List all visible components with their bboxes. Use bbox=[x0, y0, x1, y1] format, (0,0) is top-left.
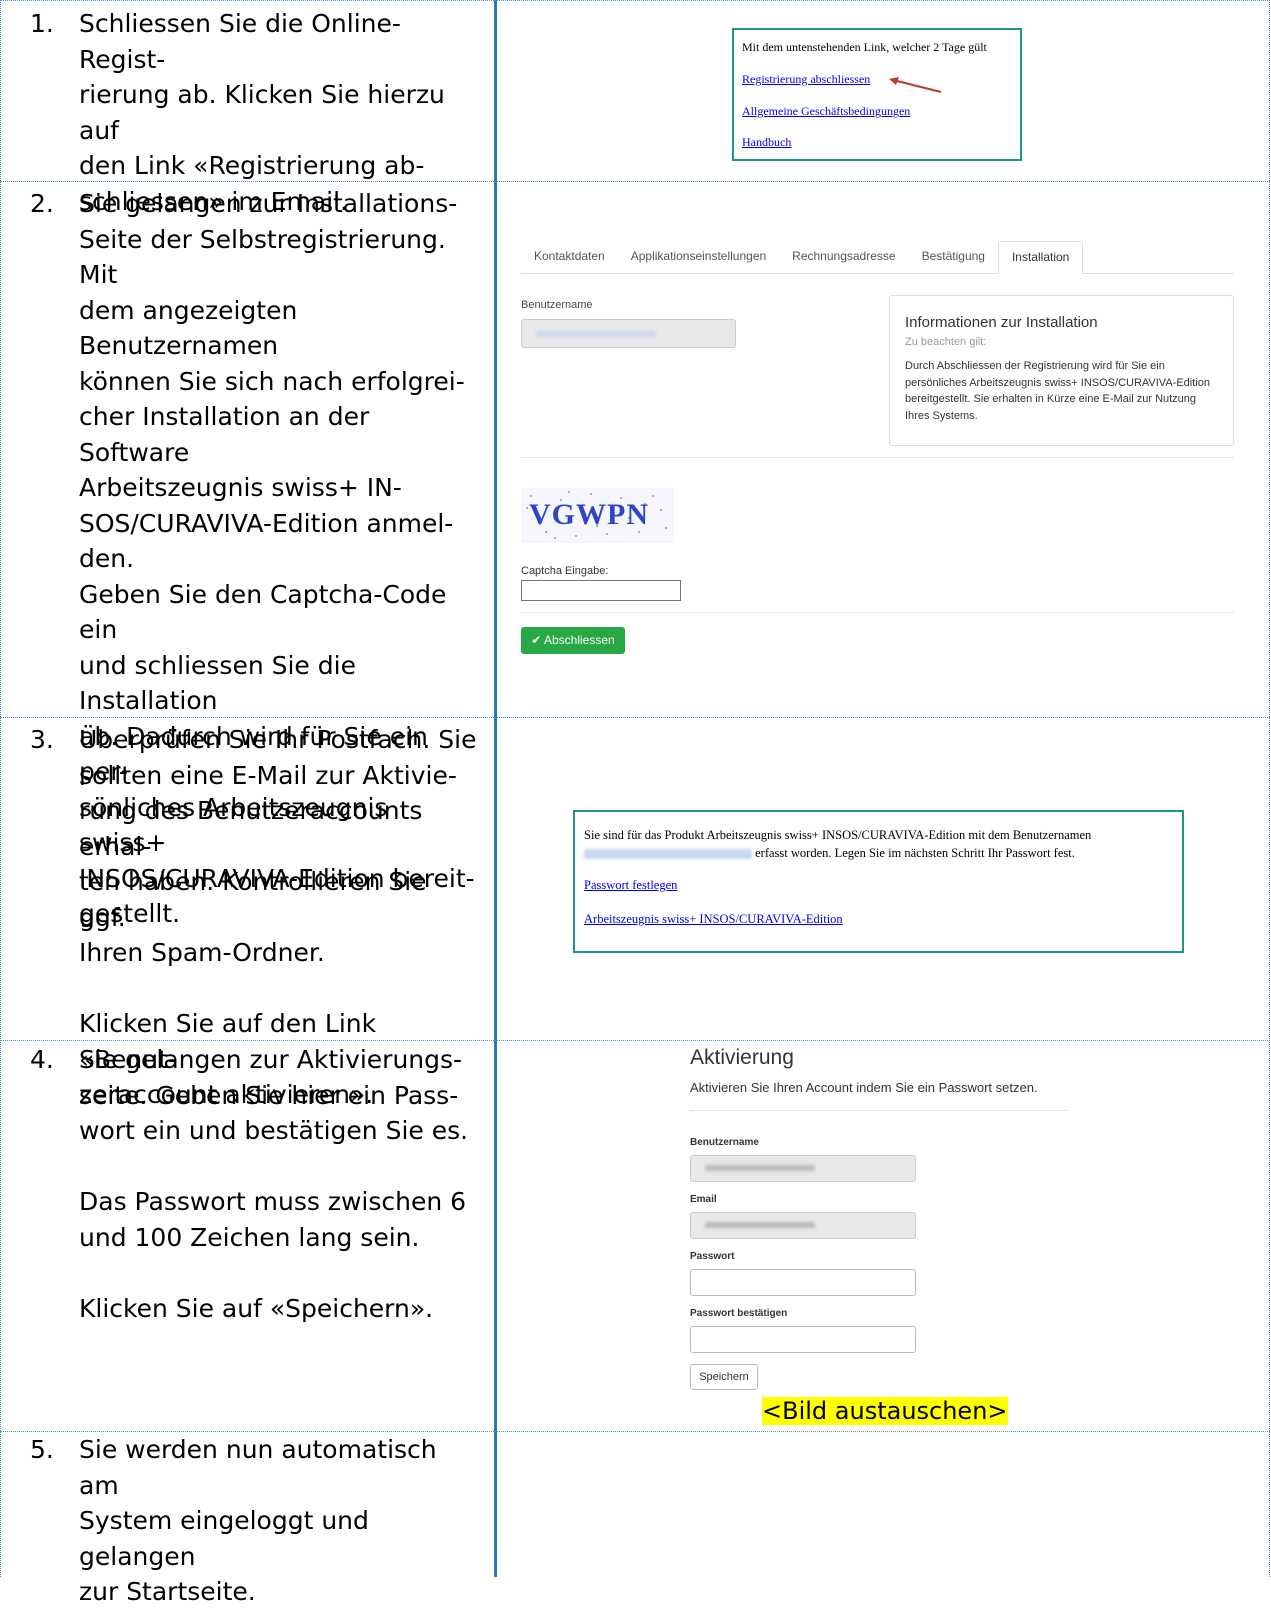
step-line: wort ein und bestätigen Sie es. bbox=[79, 1116, 469, 1145]
info-panel: Informationen zur Installation Zu beacht… bbox=[889, 295, 1234, 446]
divider bbox=[690, 1110, 1068, 1111]
row-separator bbox=[0, 0, 1270, 1]
captcha-image: VGWPN bbox=[521, 488, 674, 543]
step-line: sollten eine E-Mail zur Aktivie- bbox=[79, 760, 457, 790]
step-line: und 100 Zeichen lang sein. bbox=[79, 1222, 420, 1252]
step-line: können Sie sich nach erfolgrei- bbox=[79, 366, 465, 396]
left-border bbox=[0, 0, 1, 1577]
redacted-value bbox=[705, 1222, 815, 1228]
activation-subtitle: Aktivieren Sie Ihren Account indem Sie e… bbox=[690, 1080, 1038, 1095]
username-field[interactable] bbox=[690, 1155, 916, 1182]
step-text: Sie gelangen zur Aktivierungs- seite. Ge… bbox=[79, 1042, 479, 1326]
redacted-value bbox=[705, 1165, 815, 1171]
step-number: 2. bbox=[30, 189, 54, 218]
username-label: Benutzername bbox=[690, 1137, 759, 1148]
username-field[interactable] bbox=[521, 319, 736, 348]
note-text: <Bild austauschen> bbox=[762, 1397, 1008, 1425]
step-line: rung des Benutzeraccounts erhal- bbox=[79, 796, 423, 861]
tab-app-settings[interactable]: Applikationseinstellungen bbox=[618, 241, 779, 272]
tab-installation[interactable]: Installation bbox=[997, 241, 1084, 274]
username-label: Benutzername bbox=[521, 299, 593, 311]
captcha-input[interactable] bbox=[521, 580, 681, 601]
confirm-password-label: Passwort bestätigen bbox=[690, 1308, 788, 1319]
email-registration-box: Mit dem untenstehenden Link, welcher 2 T… bbox=[732, 28, 1022, 161]
email-line1: Sie sind für das Produkt Arbeitszeugnis … bbox=[584, 828, 1092, 842]
step-line: Überprüfen Sie Ihr Postfach. Sie bbox=[79, 725, 477, 754]
email-line2-row: erfasst worden. Legen Sie im nächsten Sc… bbox=[584, 846, 1075, 861]
step-line: dem angezeigten Benutzernamen bbox=[79, 295, 298, 361]
step-line: cher Installation an der Software bbox=[79, 402, 370, 467]
step-line: Klicken Sie auf «Speichern». bbox=[79, 1293, 434, 1323]
manual-link[interactable]: Handbuch bbox=[742, 135, 791, 150]
step-line: Seite der Selbstregistrierung. Mit bbox=[79, 224, 446, 290]
step-line: System eingeloggt und gelangen bbox=[79, 1506, 369, 1571]
step-line bbox=[79, 971, 479, 1007]
info-text: Durch Abschliessen der Registrierung wir… bbox=[905, 360, 1210, 422]
column-divider bbox=[494, 0, 497, 1577]
product-link[interactable]: Arbeitszeugnis swiss+ INSOS/CURAVIVA-Edi… bbox=[584, 912, 843, 927]
step-line: den Link «Registrierung ab- bbox=[79, 151, 425, 180]
password-field[interactable] bbox=[690, 1269, 916, 1296]
wizard-tabs: Kontaktdaten Applikationseinstellungen R… bbox=[521, 241, 1234, 274]
step-line: seite. Geben Sie hier ein Pass- bbox=[79, 1080, 459, 1110]
info-subtitle: Zu beachten gilt: bbox=[905, 336, 987, 348]
check-icon: ✔ bbox=[531, 633, 542, 647]
step-line bbox=[79, 1149, 479, 1185]
captcha-label: Captcha Eingabe: bbox=[521, 565, 609, 577]
email-line2: erfasst worden. Legen Sie im nächsten Sc… bbox=[755, 846, 1075, 860]
step-line: rierung ab. Klicken Sie hierzu auf bbox=[79, 80, 445, 145]
redacted-username bbox=[584, 849, 752, 860]
tab-billing[interactable]: Rechnungsadresse bbox=[779, 241, 908, 272]
password-label: Passwort bbox=[690, 1251, 735, 1262]
step-line: Schliessen Sie die Online-Regist- bbox=[79, 9, 401, 74]
right-border bbox=[1269, 0, 1270, 1577]
divider bbox=[521, 457, 1234, 458]
replace-image-note: <Bild austauschen> bbox=[762, 1395, 1008, 1427]
step-line: Ihren Spam-Ordner. bbox=[79, 938, 325, 967]
info-title: Informationen zur Installation bbox=[905, 314, 1098, 331]
finish-button-label: Abschliessen bbox=[544, 633, 615, 647]
step-line: Sie gelangen zur Installations- bbox=[79, 189, 458, 218]
step-number: 5. bbox=[30, 1435, 54, 1464]
redacted-value bbox=[536, 331, 656, 337]
finish-button[interactable]: ✔ Abschliessen bbox=[521, 627, 625, 654]
step-number: 3. bbox=[30, 725, 54, 754]
step-line bbox=[79, 1255, 479, 1291]
step-line: zur Startseite. bbox=[79, 1577, 256, 1606]
activation-title: Aktivierung bbox=[690, 1046, 794, 1069]
step-line: Arbeitszeugnis swiss+ IN- bbox=[79, 473, 402, 502]
email-label: Email bbox=[690, 1194, 717, 1205]
step-line: SOS/CURAVIVA-Edition anmel- bbox=[79, 508, 454, 538]
step-line: Das Passwort muss zwischen 6 bbox=[79, 1187, 467, 1216]
terms-link[interactable]: Allgemeine Geschäftsbedingungen bbox=[742, 104, 910, 119]
step-line: und schliessen Sie die Installation bbox=[79, 650, 356, 716]
captcha-text: VGWPN bbox=[529, 498, 649, 531]
step-line: den. bbox=[79, 544, 135, 573]
registration-link[interactable]: Registrierung abschliessen bbox=[742, 72, 870, 87]
set-password-link[interactable]: Passwort festlegen bbox=[584, 878, 677, 893]
email-intro: Mit dem untenstehenden Link, welcher 2 T… bbox=[742, 40, 987, 54]
step-line: Geben Sie den Captcha-Code ein bbox=[79, 579, 447, 645]
step-line: Sie werden nun automatisch am bbox=[79, 1435, 437, 1500]
step-text: Sie werden nun automatisch am System ein… bbox=[79, 1432, 479, 1610]
divider bbox=[521, 612, 1234, 613]
tab-confirmation[interactable]: Bestätigung bbox=[909, 241, 998, 272]
tab-contact[interactable]: Kontaktdaten bbox=[521, 241, 618, 272]
step-line: ten haben. Kontrollieren Sie ggf. bbox=[79, 867, 427, 932]
step-line: Sie gelangen zur Aktivierungs- bbox=[79, 1045, 463, 1074]
step-number: 1. bbox=[30, 9, 54, 38]
confirm-password-field[interactable] bbox=[690, 1326, 916, 1353]
email-field[interactable] bbox=[690, 1212, 916, 1239]
email-activation-box: Sie sind für das Produkt Arbeitszeugnis … bbox=[573, 810, 1184, 953]
arrow-icon bbox=[889, 77, 942, 93]
save-button[interactable]: Speichern bbox=[690, 1364, 758, 1390]
step-number: 4. bbox=[30, 1045, 54, 1074]
